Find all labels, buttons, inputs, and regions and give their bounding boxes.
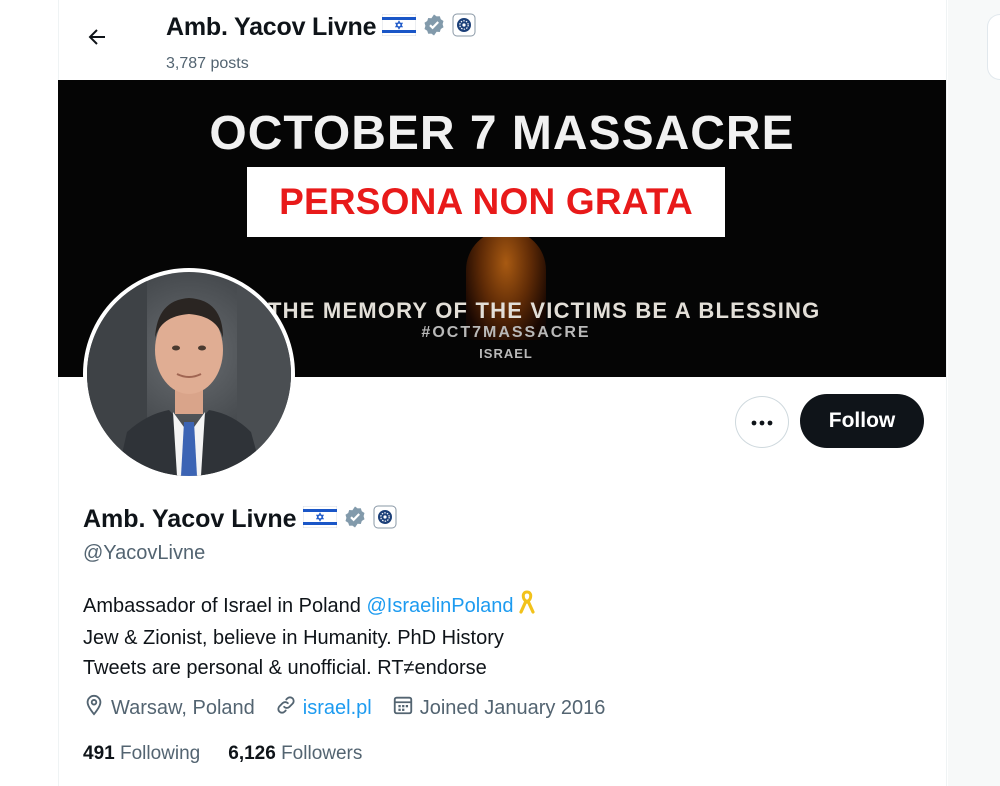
bio-line-1: Ambassador of Israel in Poland @Israelin… [83, 590, 536, 623]
back-arrow-icon [85, 25, 109, 54]
location-item: Warsaw, Poland [83, 694, 255, 722]
overlay-text: PERSONA NON GRATA [279, 181, 693, 222]
right-sidebar-search-edge[interactable] [987, 14, 1000, 80]
website-link[interactable]: israel.pl [303, 697, 372, 720]
verified-badge-icon[interactable] [343, 505, 367, 534]
calendar-icon [392, 694, 414, 722]
bio-mention-link[interactable]: @IsraelinPoland [367, 595, 514, 617]
joined-item: Joined January 2016 [392, 694, 606, 722]
following-link[interactable]: 491 Following [83, 743, 200, 765]
government-affiliation-icon[interactable] [452, 13, 476, 42]
more-dots-icon [751, 413, 773, 431]
followers-count: 6,126 [228, 743, 276, 764]
bio-line-2: Jew & Zionist, believe in Humanity. PhD … [83, 627, 504, 649]
joined-text: Joined January 2016 [419, 696, 606, 719]
followers-label: Followers [281, 743, 363, 764]
left-gutter [0, 0, 58, 786]
banner-memory-text: THE MEMORY OF THE VICTIMS BE A BLESSING [268, 298, 821, 323]
profile-header: Amb. Yacov Livne 3,787 posts [58, 0, 947, 80]
location-pin-icon [83, 694, 105, 722]
israel-flag-icon [381, 13, 417, 41]
more-options-button[interactable] [735, 396, 789, 448]
follow-stats: 491 Following 6,126 Followers [83, 743, 390, 765]
post-count: 3,787 posts [166, 55, 249, 72]
following-count: 491 [83, 743, 115, 764]
followers-link[interactable]: 6,126 Followers [228, 743, 362, 765]
yellow-ribbon-icon [518, 590, 536, 623]
profile-name-row: Amb. Yacov Livne [83, 505, 397, 534]
link-icon [275, 694, 297, 722]
israel-flag-icon [302, 505, 338, 533]
back-button[interactable] [78, 20, 116, 58]
verified-badge-icon[interactable] [422, 13, 446, 42]
follow-button[interactable]: Follow [800, 394, 924, 448]
right-sidebar [948, 0, 1000, 786]
location-text: Warsaw, Poland [111, 696, 255, 719]
website-item[interactable]: israel.pl [275, 694, 372, 722]
avatar[interactable] [83, 268, 295, 480]
profile-meta: Warsaw, Poland israel.pl Joined January … [83, 694, 625, 722]
profile-bio: Ambassador of Israel in Poland @Israelin… [83, 590, 536, 683]
profile-display-name: Amb. Yacov Livne [83, 505, 297, 533]
bio-line-1-text: Ambassador of Israel in Poland [83, 594, 367, 617]
government-affiliation-icon[interactable] [373, 505, 397, 534]
header-name-row: Amb. Yacov Livne [166, 13, 476, 42]
bio-line-3: Tweets are personal & unofficial. RT≠end… [83, 657, 487, 679]
banner-title: OCTOBER 7 MASSACRE [209, 107, 795, 160]
following-label: Following [119, 743, 201, 764]
header-display-name: Amb. Yacov Livne [166, 13, 377, 41]
profile-handle: @YacovLivne [83, 542, 206, 564]
persona-non-grata-overlay: PERSONA NON GRATA [247, 167, 725, 237]
